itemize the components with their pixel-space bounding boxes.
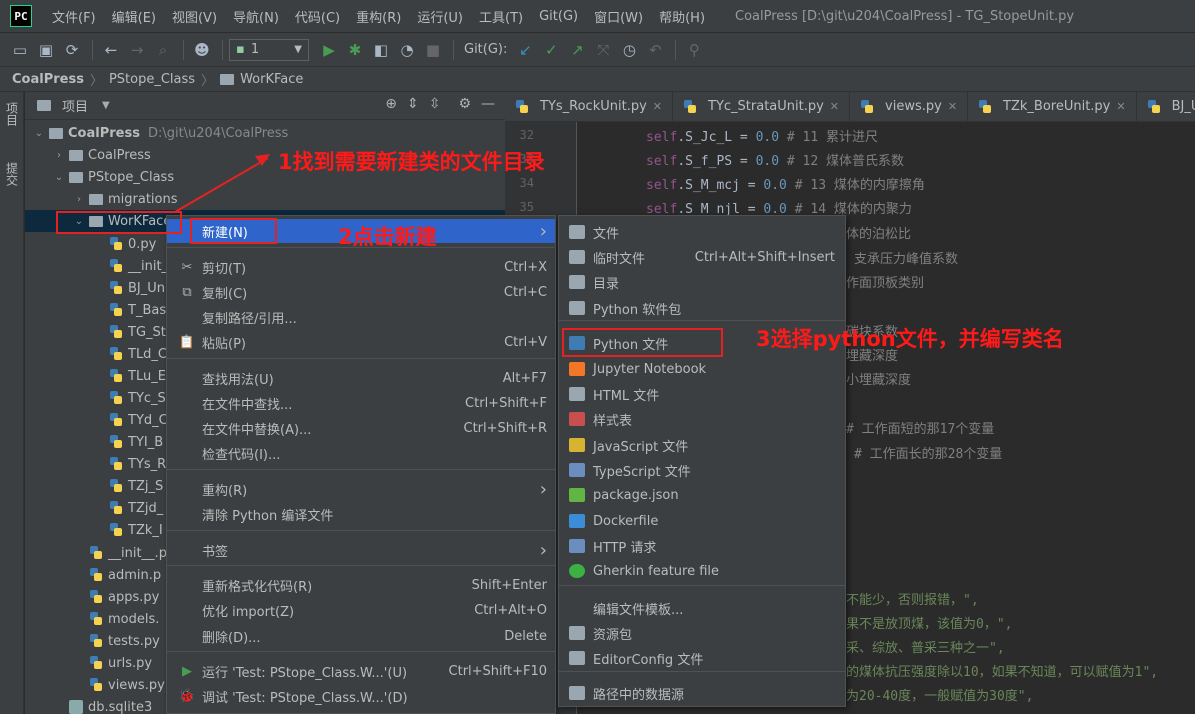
annotation-step1: 1找到需要新建类的文件目录 <box>278 150 545 174</box>
annotation-box-workface <box>56 211 182 234</box>
annotation-arrow <box>174 157 269 213</box>
annotation-box-python-file <box>562 328 723 357</box>
annotation-step2: 2点击新建 <box>338 225 437 249</box>
annotation-overlay <box>174 154 270 213</box>
annotation-step3: 3选择python文件，并编写类名 <box>756 327 1064 351</box>
annotation-box-new <box>190 218 277 244</box>
